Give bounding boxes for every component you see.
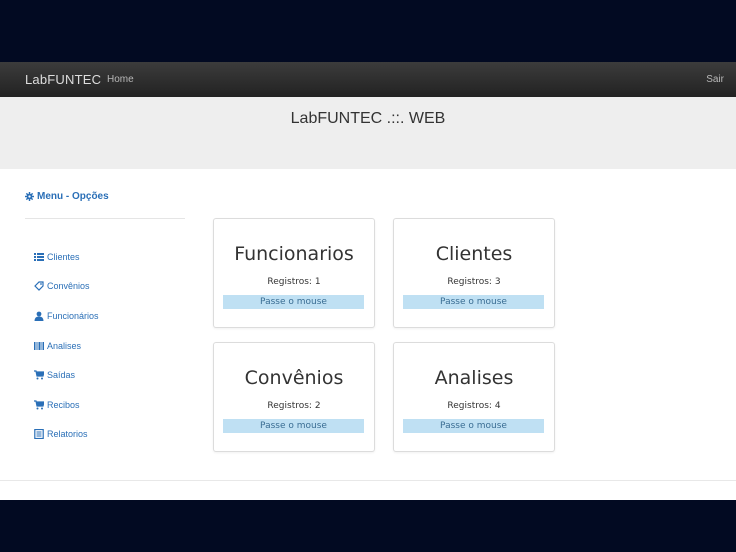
sidebar-item-analises[interactable]: Analises xyxy=(34,331,99,361)
sidebar-item-label: Clientes xyxy=(47,251,80,262)
page-title: LabFUNTEC .::. WEB xyxy=(290,110,446,127)
cart-icon xyxy=(34,370,44,380)
card-title: Analises xyxy=(434,367,514,389)
card-hover-bar[interactable]: Passe o mouse xyxy=(403,419,544,433)
document-icon xyxy=(34,429,44,440)
list-icon xyxy=(34,252,44,261)
navbar: LabFUNTEC Home Sair xyxy=(0,62,736,98)
sidebar-item-convenios[interactable]: Convênios xyxy=(34,272,99,302)
user-icon xyxy=(34,311,44,321)
sidebar-item-label: Convênios xyxy=(47,281,90,292)
card-title: Clientes xyxy=(435,243,513,265)
card-hover-bar[interactable]: Passe o mouse xyxy=(403,295,544,309)
gear-icon xyxy=(25,192,34,201)
hero-banner: LabFUNTEC .::. WEB xyxy=(0,97,736,169)
navbar-brand[interactable]: LabFUNTEC xyxy=(25,72,101,87)
sidebar-item-label: Saídas xyxy=(47,370,76,381)
card-analises[interactable]: Analises Registros: 4 Passe o mouse xyxy=(393,342,555,452)
sidebar-title: Menu - Opções xyxy=(25,191,109,202)
card-funcionarios[interactable]: Funcionarios Registros: 1 Passe o mouse xyxy=(213,218,375,328)
sidebar-item-saidas[interactable]: Saídas xyxy=(34,360,99,390)
sidebar-item-label: Funcionários xyxy=(47,310,99,321)
sidebar-divider xyxy=(25,218,185,219)
card-count: Registros: 3 xyxy=(447,277,501,287)
card-title: Convênios xyxy=(244,367,344,389)
card-hover-bar[interactable]: Passe o mouse xyxy=(223,295,364,309)
card-count: Registros: 4 xyxy=(447,401,501,411)
barcode-icon xyxy=(34,341,44,350)
nav-home-link[interactable]: Home xyxy=(107,74,134,85)
sidebar-menu: Clientes Convênios Funcionários Analises xyxy=(34,242,99,449)
card-title: Funcionarios xyxy=(234,243,354,265)
card-count: Registros: 1 xyxy=(267,277,321,287)
sidebar-item-clientes[interactable]: Clientes xyxy=(34,242,99,272)
sidebar-item-label: Recibos xyxy=(47,399,80,410)
sidebar-item-label: Analises xyxy=(47,340,82,351)
footer-divider xyxy=(0,480,736,481)
card-hover-bar[interactable]: Passe o mouse xyxy=(223,419,364,433)
nav-exit-link[interactable]: Sair xyxy=(706,74,724,85)
tag-icon xyxy=(34,281,44,292)
card-count: Registros: 2 xyxy=(267,401,321,411)
card-convenios[interactable]: Convênios Registros: 2 Passe o mouse xyxy=(213,342,375,452)
sidebar-item-funcionarios[interactable]: Funcionários xyxy=(34,301,99,331)
sidebar-title-label: Menu - Opções xyxy=(37,191,109,202)
cart-icon xyxy=(34,400,44,410)
sidebar-item-label: Relatorios xyxy=(47,429,88,440)
sidebar-item-relatorios[interactable]: Relatorios xyxy=(34,420,99,450)
app-window: LabFUNTEC Home Sair LabFUNTEC .::. WEB M… xyxy=(0,62,736,500)
card-clientes[interactable]: Clientes Registros: 3 Passe o mouse xyxy=(393,218,555,328)
sidebar-item-recibos[interactable]: Recibos xyxy=(34,390,99,420)
